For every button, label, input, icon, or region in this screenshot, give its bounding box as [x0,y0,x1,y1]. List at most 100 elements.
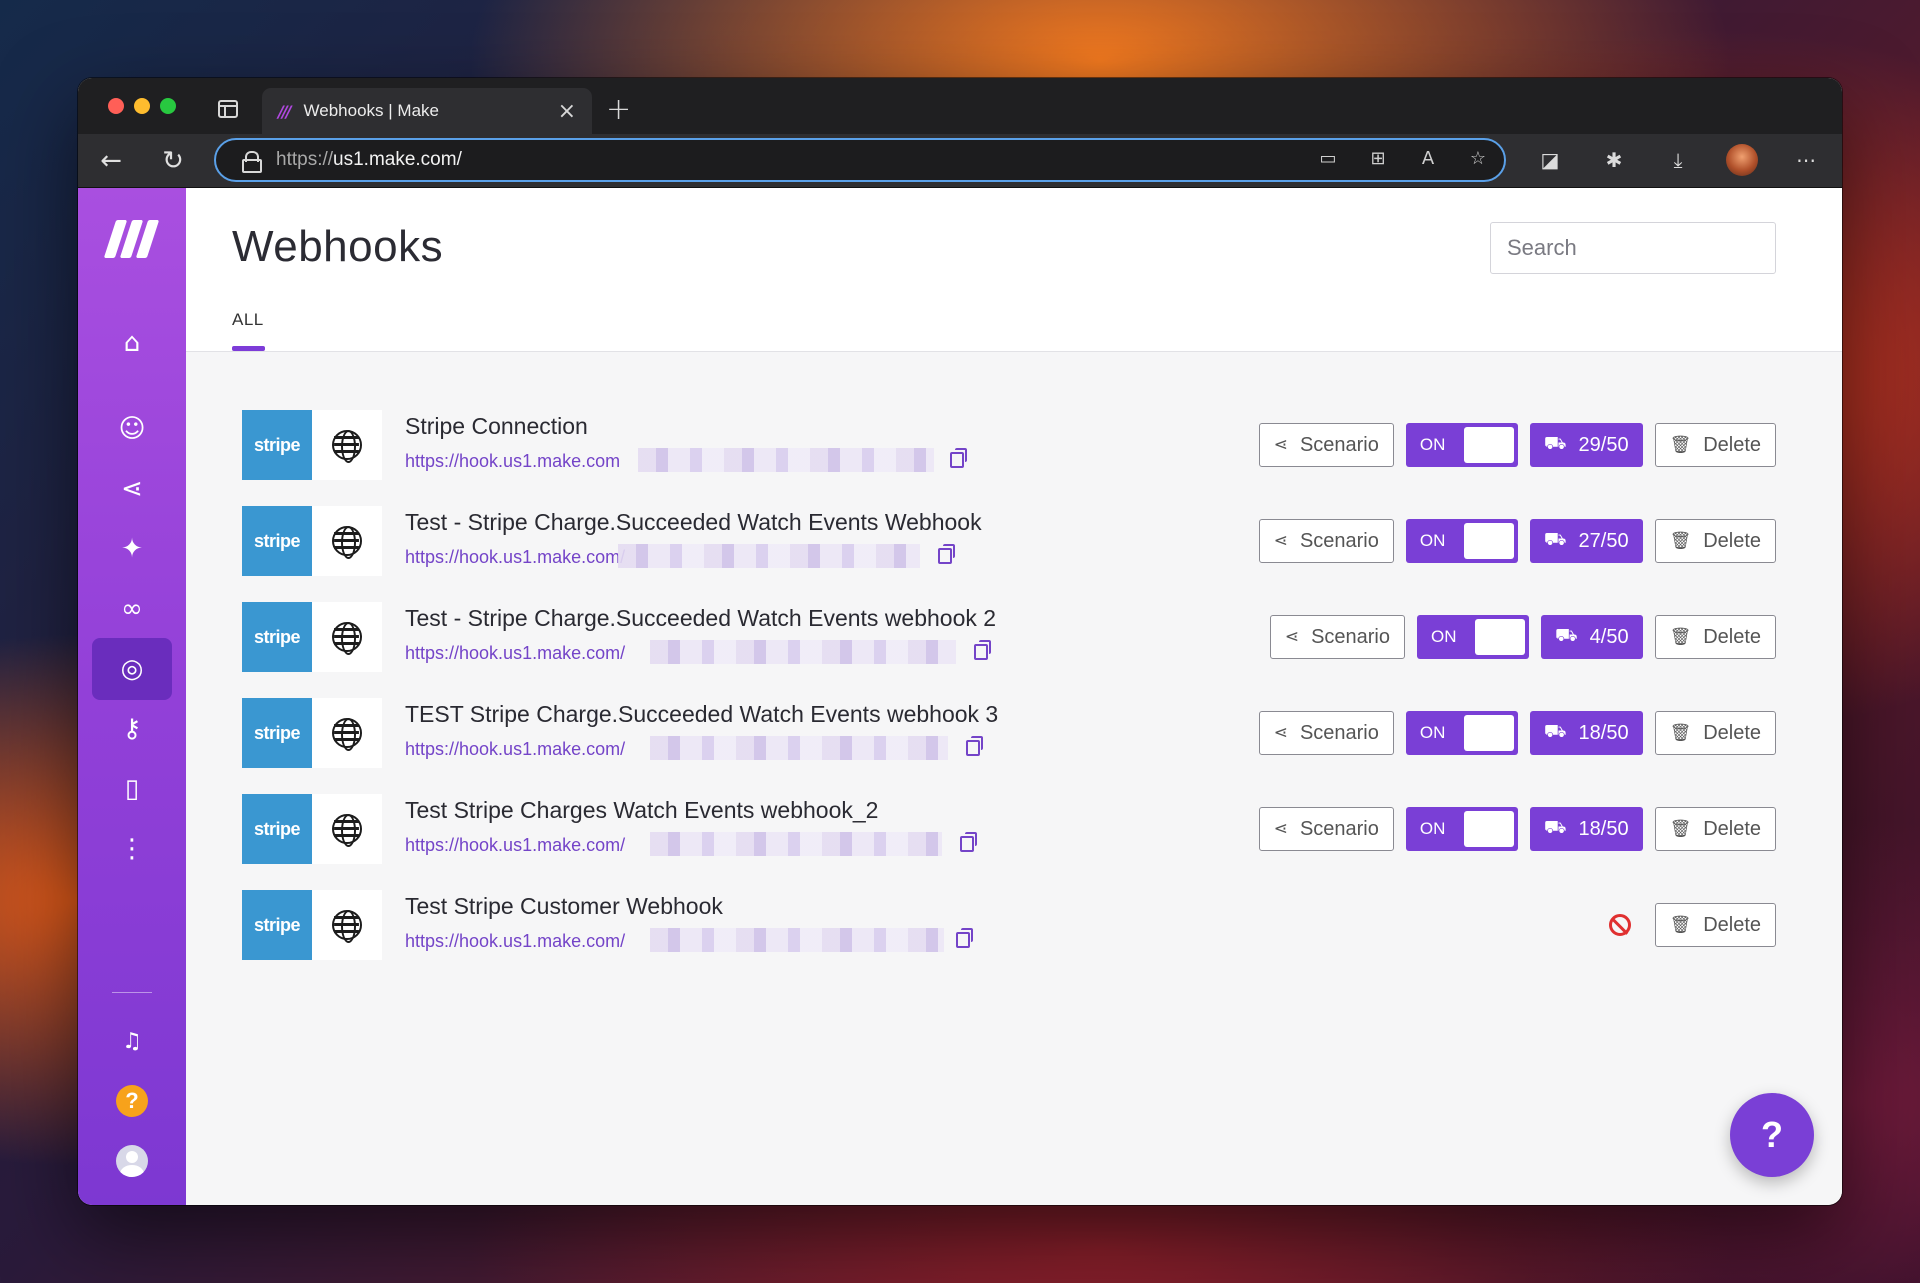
webhook-name[interactable]: Test Stripe Customer Webhook [405,893,723,920]
sidebar-item-keys[interactable]: ⚷ [92,698,172,760]
delete-button[interactable]: 🗑 Delete [1654,423,1776,467]
webhook-actions: ⋖ Scenario ON ⛟ 18/50 🗑 Delete [1258,711,1776,755]
scenario-button[interactable]: ⋖ Scenario [1269,615,1405,659]
webhook-name[interactable]: Stripe Connection [405,413,588,440]
sidebar-item-connections[interactable]: ∞ [92,578,172,640]
back-icon[interactable]: ← [94,144,128,178]
status-toggle[interactable]: ON [1417,615,1529,659]
stripe-logo: stripe [242,410,312,480]
scenario-button[interactable]: ⋖ Scenario [1258,423,1394,467]
browser-tab-bar: /// Webhooks | Make × + [78,78,1842,134]
globe-icon [332,430,362,463]
operations-button[interactable]: ⛟ 27/50 [1529,519,1643,563]
delete-button[interactable]: 🗑 Delete [1654,615,1776,659]
cast-icon[interactable]: ▭ [1316,147,1340,171]
webhook-url[interactable]: https://hook.us1.make.com/ [405,739,625,760]
apps-icon[interactable]: ⊞ [1366,147,1390,171]
delete-button[interactable]: 🗑 Delete [1654,519,1776,563]
scenario-button[interactable]: ⋖ Scenario [1258,519,1394,563]
tab-all[interactable]: ALL [232,310,264,330]
browser-window: /// Webhooks | Make × + ← ↻ https://us1.… [78,78,1842,1205]
scenario-button[interactable]: ⋖ Scenario [1258,807,1394,851]
sidebar-item-help[interactable]: ? [92,1070,172,1132]
tab-close-icon[interactable]: × [558,99,576,124]
delete-button[interactable]: 🗑 Delete [1654,711,1776,755]
extensions-icon[interactable]: ✱ [1598,144,1630,176]
sidebar-item-notifications[interactable]: ♫ [92,1010,172,1072]
share-icon: ⋖ [1284,627,1300,647]
mobile-icon: ▯ [124,774,140,804]
webhook-name[interactable]: Test - Stripe Charge.Succeeded Watch Eve… [405,605,996,632]
address-bar[interactable]: https://us1.make.com/ ▭ ⊞ A ☆ [214,138,1506,182]
sidebar-item-scenarios[interactable]: ⋖ [92,458,172,520]
operations-button[interactable]: ⛟ 18/50 [1529,711,1643,755]
new-tab-button[interactable]: + [606,92,631,127]
stripe-logo: stripe [242,890,312,960]
link-icon: ∞ [121,594,143,624]
status-toggle[interactable]: ON [1405,423,1518,467]
sidebar-item-more[interactable]: ⋮ [92,818,172,880]
more-menu-icon[interactable]: ⋯ [1790,144,1822,176]
webhook-name[interactable]: Test - Stripe Charge.Succeeded Watch Eve… [405,509,982,536]
window-zoom-button[interactable] [160,98,176,114]
webhook-url[interactable]: https://hook.us1.make.com/ [405,643,625,664]
url-scheme: https:// [276,149,334,170]
trash-icon: 🗑 [1669,531,1692,551]
lock-icon[interactable] [242,151,262,173]
status-toggle[interactable]: ON [1405,807,1518,851]
sidebar-item-team[interactable]: ☺ [92,398,172,460]
webhook-name[interactable]: TEST Stripe Charge.Succeeded Watch Event… [405,701,998,728]
copy-icon[interactable] [956,928,973,948]
stripe-logo: stripe [242,602,312,672]
sidebar-toggle-icon[interactable] [218,100,238,118]
globe-icon [332,526,362,559]
delete-button[interactable]: 🗑 Delete [1654,807,1776,851]
make-logo[interactable] [103,220,160,258]
operations-button[interactable]: ⛟ 4/50 [1541,615,1643,659]
window-close-button[interactable] [108,98,124,114]
browser-profile-avatar[interactable] [1726,144,1758,176]
webhook-type-badge [312,794,382,864]
redacted-url-token [650,832,942,856]
webhook-url[interactable]: https://hook.us1.make.com/ [405,931,625,952]
avatar-icon [116,1145,148,1177]
scenario-button[interactable]: ⋖ Scenario [1258,711,1394,755]
reload-icon[interactable]: ↻ [156,144,190,178]
webhook-name[interactable]: Test Stripe Charges Watch Events webhook… [405,797,878,824]
truck-icon: ⛟ [1543,817,1567,838]
copy-icon[interactable] [974,640,991,660]
read-aloud-icon[interactable]: A [1416,147,1440,171]
window-minimize-button[interactable] [134,98,150,114]
truck-icon: ⛟ [1543,529,1567,550]
chat-icon: ? [1761,1114,1783,1155]
webhook-url[interactable]: https://hook.us1.make.com/ [405,547,625,568]
users-icon: ☺ [118,414,146,444]
sidebar-item-profile[interactable] [92,1130,172,1192]
sidebar-item-devices[interactable]: ▯ [92,758,172,820]
download-icon[interactable]: ⤓ [1662,144,1694,176]
sidebar-item-home[interactable]: ⌂ [92,312,172,374]
globe-icon [332,910,362,943]
operations-button[interactable]: ⛟ 29/50 [1529,423,1643,467]
favorite-add-icon[interactable]: ☆ [1466,147,1490,171]
copy-icon[interactable] [938,544,955,564]
operations-button[interactable]: ⛟ 18/50 [1529,807,1643,851]
copy-icon[interactable] [950,448,967,468]
webhook-url[interactable]: https://hook.us1.make.com/ [405,835,625,856]
status-toggle[interactable]: ON [1405,711,1518,755]
copy-icon[interactable] [966,736,983,756]
status-toggle[interactable]: ON [1405,519,1518,563]
webhook-url[interactable]: https://hook.us1.make.com [405,451,620,472]
toolbar-right-actions: ◪ ✱ ⤓ ⋯ [1534,144,1822,176]
browser-tab-active[interactable]: /// Webhooks | Make × [262,88,592,134]
split-screen-icon[interactable]: ◪ [1534,144,1566,176]
sidebar-item-apps[interactable]: ✦ [92,518,172,580]
search-input[interactable] [1490,222,1776,274]
chat-support-button[interactable]: ? [1730,1093,1814,1177]
sidebar-item-webhooks[interactable]: ◎ [92,638,172,700]
browser-toolbar: ← ↻ https://us1.make.com/ ▭ ⊞ A ☆ ◪ ✱ ⤓ … [78,134,1842,188]
copy-icon[interactable] [960,832,977,852]
webhook-row: stripe TEST Stripe Charge.Succeeded Watc… [186,698,1842,768]
delete-button[interactable]: 🗑 Delete [1654,903,1776,947]
share-icon: ⋖ [1273,435,1288,455]
